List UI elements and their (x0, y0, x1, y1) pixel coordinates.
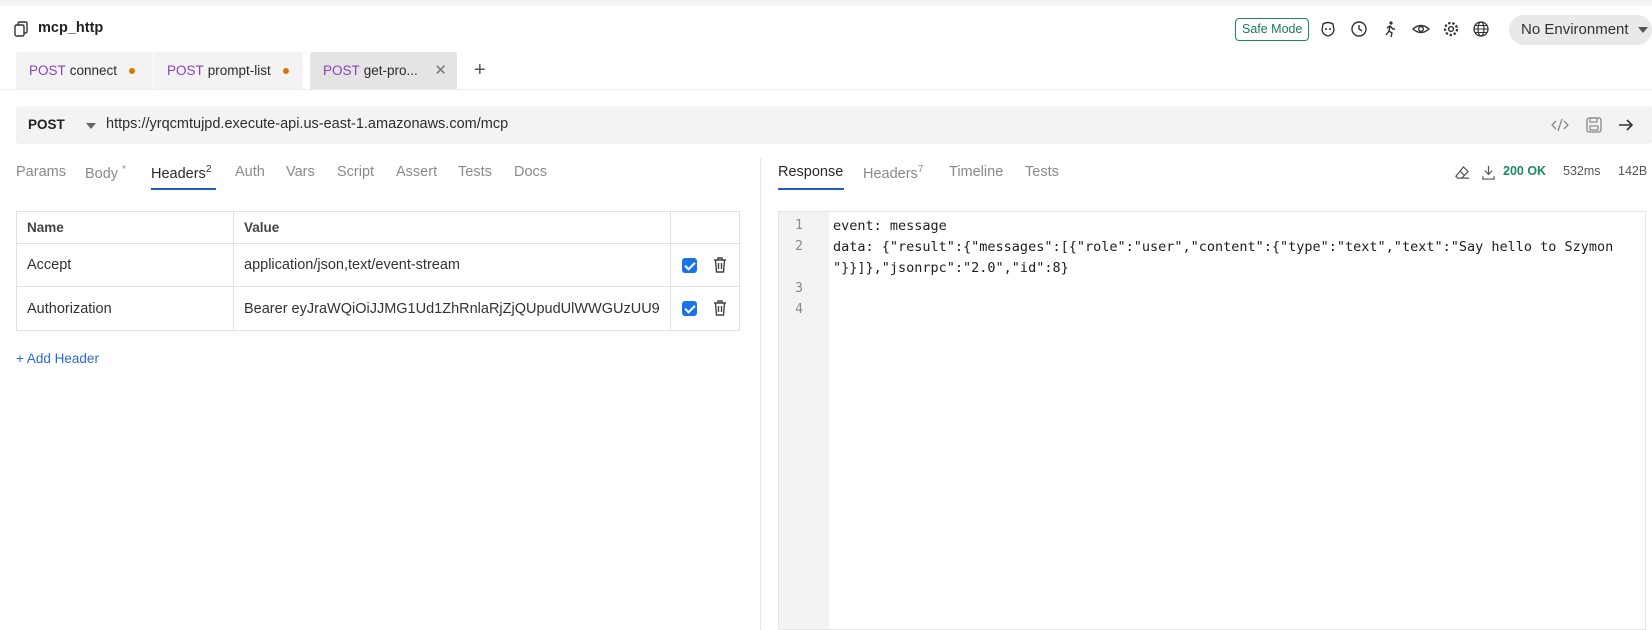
eye-icon[interactable] (1412, 20, 1430, 38)
tab-assert[interactable]: Assert (396, 164, 437, 180)
header-enabled-checkbox[interactable] (682, 258, 697, 273)
tab-method: POST (167, 63, 204, 78)
header-value-field[interactable]: Bearer eyJraWQiOiJJMG1Ud1ZhRnlaRjZjQUpud… (234, 287, 671, 330)
response-body-viewer[interactable]: 1 2 3 4 event: message data: {"result":{… (778, 211, 1646, 630)
line-number: 3 (795, 281, 803, 296)
tab-prompt-list[interactable]: POST prompt-list (154, 52, 303, 89)
tab-connect[interactable]: POST connect (16, 52, 153, 89)
environment-selector[interactable]: No Environment (1509, 15, 1652, 45)
tab-method: POST (323, 63, 360, 78)
generate-code-icon[interactable] (1551, 116, 1569, 134)
app-header: mcp_http Safe Mode No Environment (0, 6, 1652, 52)
response-headers-count: 7 (917, 164, 924, 175)
settings-gear-icon[interactable] (1442, 20, 1460, 38)
tab-response-tests[interactable]: Tests (1025, 164, 1059, 180)
tab-body-label: Body (85, 165, 119, 182)
code-line: event: message (833, 218, 947, 234)
response-size: 142B (1618, 164, 1648, 178)
header-name-field[interactable]: Accept (17, 244, 234, 286)
code-line-wrapped: "}}]},"jsonrpc":"2.0","id":8} (833, 260, 1069, 276)
tab-label: get-pro... (363, 63, 418, 78)
tab-get-prompt[interactable]: POST get-pro... ✕ (310, 52, 457, 89)
method-selector[interactable]: POST (28, 117, 65, 132)
chevron-down-icon (1638, 27, 1648, 33)
tab-tests[interactable]: Tests (458, 164, 492, 180)
table-row: Accept application/json,text/event-strea… (17, 244, 739, 287)
globe-icon[interactable] (1472, 20, 1490, 38)
tab-response-headers-label: Headers (863, 165, 918, 182)
column-header-name: Name (17, 212, 234, 243)
request-tabs-bar: POST connect POST prompt-list POST get-pro.… (0, 52, 1652, 90)
collection-name: mcp_http (38, 20, 104, 36)
collection-copy-icon (14, 21, 28, 37)
line-number: 1 (795, 218, 803, 233)
line-number: 4 (795, 302, 803, 317)
response-time: 532ms (1563, 164, 1601, 178)
column-header-value: Value (234, 212, 671, 243)
headers-table: Name Value Accept application/json,text/… (16, 211, 740, 331)
tab-label: prompt-list (207, 63, 271, 78)
close-tab-icon[interactable]: ✕ (434, 52, 447, 89)
active-tab-underline (151, 188, 216, 190)
line-number-gutter: 1 2 3 4 (779, 212, 829, 629)
tab-params[interactable]: Params (16, 164, 66, 180)
new-tab-plus-icon[interactable]: + (474, 58, 486, 82)
tab-script[interactable]: Script (337, 164, 374, 180)
header-value-field[interactable]: application/json,text/event-stream (234, 244, 671, 286)
tab-docs[interactable]: Docs (514, 164, 547, 180)
download-icon[interactable] (1481, 165, 1496, 180)
header-name-field[interactable]: Authorization (17, 287, 234, 330)
tab-vars[interactable]: Vars (286, 164, 315, 180)
tab-label: connect (69, 63, 118, 78)
unsaved-dot-icon (283, 68, 289, 74)
history-clock-icon[interactable] (1350, 20, 1368, 38)
header-enabled-checkbox[interactable] (682, 301, 697, 316)
table-row: Authorization Bearer eyJraWQiOiJJMG1Ud1Z… (17, 287, 739, 330)
unsaved-dot-icon (129, 68, 135, 74)
tab-response[interactable]: Response (778, 164, 843, 180)
active-tab-underline (778, 188, 844, 190)
tab-auth[interactable]: Auth (235, 164, 265, 180)
pane-divider[interactable] (760, 158, 761, 630)
line-number: 2 (795, 239, 803, 254)
safe-mode-button[interactable]: Safe Mode (1235, 18, 1310, 41)
url-input[interactable]: https://yrqcmtujpd.execute-api.us-east-1… (106, 116, 508, 132)
code-line: data: {"result":{"messages":[{"role":"us… (833, 239, 1614, 255)
column-header-actions (671, 212, 741, 243)
tab-timeline[interactable]: Timeline (949, 164, 1003, 180)
tab-headers[interactable]: Headers2 (151, 164, 211, 182)
method-chevron-down-icon[interactable] (86, 123, 96, 129)
table-header-row: Name Value (17, 212, 739, 244)
response-status-code: 200 OK (1503, 164, 1547, 178)
dog-icon[interactable] (1319, 20, 1337, 38)
headers-count-badge: 2 (205, 164, 212, 175)
trash-icon[interactable] (711, 256, 729, 274)
body-modified-mark: * (122, 164, 126, 175)
runner-icon[interactable] (1381, 20, 1399, 38)
url-bar: POST https://yrqcmtujpd.execute-api.us-e… (16, 106, 1652, 144)
tab-response-headers[interactable]: Headers7 (863, 164, 923, 182)
save-icon[interactable] (1585, 116, 1603, 134)
trash-icon[interactable] (711, 299, 729, 317)
clear-eraser-icon[interactable] (1455, 165, 1470, 180)
environment-label: No Environment (1521, 21, 1629, 38)
tab-method: POST (29, 63, 66, 78)
tab-headers-label: Headers (151, 165, 206, 182)
add-header-link[interactable]: + Add Header (16, 351, 99, 366)
tab-body[interactable]: Body * (85, 164, 126, 182)
send-arrow-icon[interactable] (1617, 116, 1635, 134)
